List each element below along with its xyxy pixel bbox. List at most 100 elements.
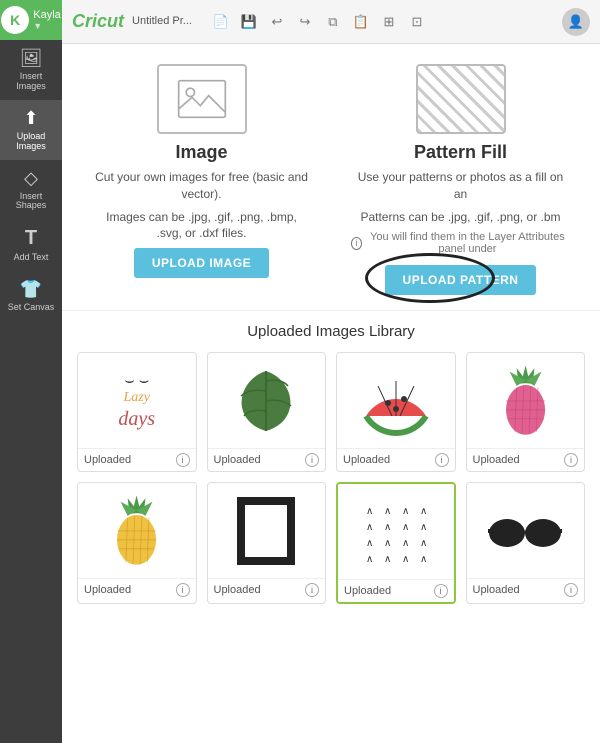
- sidebar-item-add-text[interactable]: T Add Text: [0, 219, 62, 271]
- image-label-5: Uploaded: [84, 584, 131, 596]
- image-card-footer-2: Uploaded i: [208, 448, 326, 471]
- upload-pattern-button[interactable]: UPLOAD PATTERN: [385, 265, 537, 295]
- add-text-icon: T: [25, 227, 37, 250]
- copy-icon[interactable]: ⧉: [322, 11, 344, 33]
- library-title: Uploaded Images Library: [77, 323, 585, 340]
- paste-icon[interactable]: 📋: [350, 11, 372, 33]
- image-card-8[interactable]: Uploaded i: [466, 482, 586, 604]
- image-label-1: Uploaded: [84, 454, 131, 466]
- image-card-6[interactable]: Uploaded i: [207, 482, 327, 604]
- watermelon-icon: [356, 361, 436, 441]
- image-thumb-7: ∧ ∧ ∧ ∧ ∧ ∧ ∧ ∧ ∧ ∧ ∧ ∧ ∧ ∧ ∧: [338, 484, 454, 579]
- sidebar: K Kayla ▼ 🖼 InsertImages ⬆ UploadImages …: [0, 0, 62, 743]
- image-card-2[interactable]: Uploaded i: [207, 352, 327, 472]
- upload-images-icon: ⬆: [23, 108, 38, 129]
- sidebar-label-add-text: Add Text: [14, 253, 49, 263]
- lazy-days-art: ⌣ ⌣ Lazy days: [118, 371, 155, 431]
- user-profile[interactable]: K Kayla ▼: [0, 0, 62, 40]
- extra-icon[interactable]: ⊡: [406, 11, 428, 33]
- redo-icon[interactable]: ↪: [294, 11, 316, 33]
- image-card-footer-7: Uploaded i: [338, 579, 454, 602]
- svg-text:∧: ∧: [384, 506, 391, 517]
- image-thumb-6: [208, 483, 326, 578]
- insert-shapes-icon: ◇: [24, 168, 38, 189]
- sidebar-item-set-canvas[interactable]: 👕 Set Canvas: [0, 271, 62, 321]
- info-button-2[interactable]: i: [305, 453, 319, 467]
- pattern-formats: Patterns can be .jpg, .gif, .png, or .bm: [360, 209, 560, 226]
- image-card-3[interactable]: Uploaded i: [336, 352, 456, 472]
- user-dropdown-icon: ▼: [33, 21, 61, 31]
- image-card-footer-3: Uploaded i: [337, 448, 455, 471]
- svg-text:∧: ∧: [402, 522, 409, 533]
- image-upload-option: Image Cut your own images for free (basi…: [92, 64, 311, 295]
- info-button-6[interactable]: i: [305, 583, 319, 597]
- pineapple-pink-icon: [490, 361, 561, 441]
- toolbar-actions: 📄 💾 ↩ ↪ ⧉ 📋 ⊞ ⊡: [210, 11, 428, 33]
- frame-icon: [226, 491, 306, 571]
- image-formats: Images can be .jpg, .gif, .png, .bmp, .s…: [92, 209, 311, 243]
- image-label-6: Uploaded: [214, 584, 261, 596]
- app-logo: Cricut: [72, 11, 124, 32]
- image-card-1[interactable]: ⌣ ⌣ Lazy days Uploaded i: [77, 352, 197, 472]
- image-label-4: Uploaded: [473, 454, 520, 466]
- set-canvas-icon: 👕: [20, 279, 42, 300]
- image-label-2: Uploaded: [214, 454, 261, 466]
- main-content: Cricut Untitled Pr... 📄 💾 ↩ ↪ ⧉ 📋 ⊞ ⊡ 👤: [62, 0, 600, 743]
- image-card-footer-5: Uploaded i: [78, 578, 196, 601]
- svg-text:∧: ∧: [366, 538, 373, 549]
- image-card-7[interactable]: ∧ ∧ ∧ ∧ ∧ ∧ ∧ ∧ ∧ ∧ ∧ ∧ ∧ ∧ ∧: [336, 482, 456, 604]
- image-card-4[interactable]: Uploaded i: [466, 352, 586, 472]
- upload-image-button[interactable]: UPLOAD IMAGE: [134, 248, 269, 278]
- sidebar-item-insert-images[interactable]: 🖼 InsertImages: [0, 40, 62, 100]
- image-card-footer-1: Uploaded i: [78, 448, 196, 471]
- pattern-upload-option: Pattern Fill Use your patterns or photos…: [351, 64, 570, 295]
- sidebar-item-upload-images[interactable]: ⬆ UploadImages: [0, 100, 62, 160]
- sidebar-item-insert-shapes[interactable]: ◇ InsertShapes: [0, 160, 62, 220]
- svg-text:∧: ∧: [366, 506, 373, 517]
- avatar: K: [1, 6, 29, 34]
- app-title-block: Untitled Pr...: [132, 16, 192, 27]
- leaf-icon: [226, 361, 306, 441]
- save-icon[interactable]: 💾: [238, 11, 260, 33]
- sidebar-label-insert-images: InsertImages: [16, 72, 46, 92]
- info-button-1[interactable]: i: [176, 453, 190, 467]
- info-button-8[interactable]: i: [564, 583, 578, 597]
- library-section: Uploaded Images Library ⌣ ⌣ Lazy days Up…: [62, 311, 600, 743]
- svg-text:∧: ∧: [420, 506, 427, 517]
- app-title: Untitled Pr...: [132, 16, 192, 27]
- svg-text:∧: ∧: [366, 554, 373, 565]
- pattern-icon-box: [416, 64, 506, 134]
- info-button-4[interactable]: i: [564, 453, 578, 467]
- image-thumb-1: ⌣ ⌣ Lazy days: [78, 353, 196, 448]
- info-button-7[interactable]: i: [434, 584, 448, 598]
- image-desc: Cut your own images for free (basic and …: [92, 169, 311, 203]
- image-card-footer-6: Uploaded i: [208, 578, 326, 601]
- image-card-footer-8: Uploaded i: [467, 578, 585, 601]
- image-icon-box: [157, 64, 247, 134]
- image-thumb-4: [467, 353, 585, 448]
- image-thumb-3: [337, 353, 455, 448]
- info-button-3[interactable]: i: [435, 453, 449, 467]
- image-placeholder-icon: [177, 79, 227, 119]
- svg-text:∧: ∧: [402, 554, 409, 565]
- align-icon[interactable]: ⊞: [378, 11, 400, 33]
- user-icon[interactable]: 👤: [562, 8, 590, 36]
- sunglasses-icon: [485, 491, 565, 571]
- file-icon[interactable]: 📄: [210, 11, 232, 33]
- image-thumb-2: [208, 353, 326, 448]
- upload-section: Image Cut your own images for free (basi…: [62, 44, 600, 311]
- upload-pattern-wrapper: UPLOAD PATTERN: [385, 265, 537, 295]
- sidebar-label-insert-shapes: InsertShapes: [16, 192, 47, 212]
- image-thumb-8: [467, 483, 585, 578]
- svg-text:∧: ∧: [420, 554, 427, 565]
- insert-images-icon: 🖼: [20, 48, 43, 69]
- image-card-5[interactable]: Uploaded i: [77, 482, 197, 604]
- user-name: Kayla: [33, 9, 61, 21]
- cricut-logo: Cricut: [72, 11, 124, 32]
- info-button-5[interactable]: i: [176, 583, 190, 597]
- sidebar-label-upload-images: UploadImages: [16, 132, 46, 152]
- svg-text:∧: ∧: [420, 522, 427, 533]
- undo-icon[interactable]: ↩: [266, 11, 288, 33]
- image-label-8: Uploaded: [473, 584, 520, 596]
- image-grid: ⌣ ⌣ Lazy days Uploaded i: [77, 352, 585, 604]
